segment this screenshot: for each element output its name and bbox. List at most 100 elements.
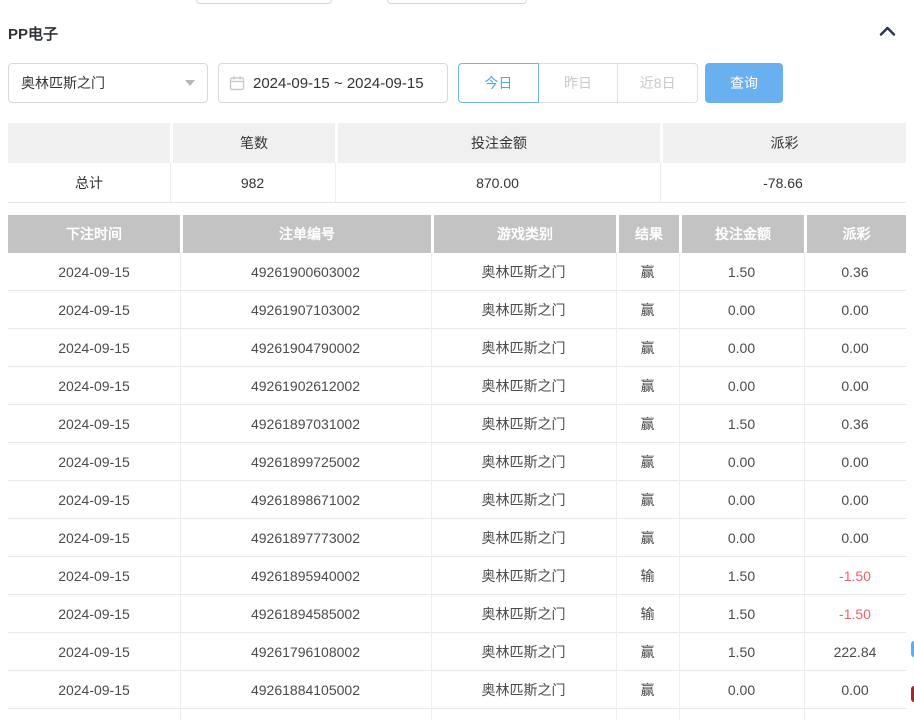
cell-game-category: 奥林匹斯之门 bbox=[481, 491, 566, 508]
cell-bet-amount: 1.50 bbox=[727, 605, 756, 622]
cell-payout: 0.00 bbox=[841, 681, 869, 698]
cell-bet-id: 49261900603002 bbox=[250, 263, 360, 280]
divider bbox=[616, 253, 617, 720]
cutoff-input-left[interactable] bbox=[196, 0, 332, 4]
cell-bet-time: 2024-09-15 bbox=[58, 529, 130, 546]
cell-payout: -1.50 bbox=[839, 567, 871, 584]
today-button[interactable]: 今日 bbox=[458, 63, 539, 103]
cell-payout bbox=[804, 709, 906, 720]
cell-bet-time: 2024-09-15 bbox=[58, 415, 130, 432]
cell-bet-id: 49261897773002 bbox=[250, 529, 360, 546]
cell-payout: 0.00 bbox=[841, 491, 869, 508]
cell-game-category: 奥林匹斯之门 bbox=[481, 605, 566, 622]
divider bbox=[804, 253, 805, 720]
cell-bet-time: 2024-09-15 bbox=[58, 339, 130, 356]
cell-result: 赢 bbox=[640, 263, 655, 280]
cell-result: 赢 bbox=[640, 529, 655, 546]
table-row: 2024-09-15 49261884105002 奥林匹斯之门 赢 0.00 … bbox=[8, 671, 906, 709]
cell-result: 赢 bbox=[640, 491, 655, 508]
game-select[interactable]: 奥林匹斯之门 bbox=[8, 63, 208, 103]
cell-bet-id bbox=[180, 709, 431, 720]
summary-header-payout: 派彩 bbox=[663, 123, 906, 163]
header-result: 结果 bbox=[619, 215, 679, 253]
cell-game-category: 奥林匹斯之门 bbox=[481, 301, 566, 318]
cell-bet-id: 49261899725002 bbox=[250, 453, 360, 470]
summary-total-bet-amount: 870.00 bbox=[476, 174, 519, 191]
table-row: 2024-09-15 49261907103002 奥林匹斯之门 赢 0.00 … bbox=[8, 291, 906, 329]
header-bet-amount: 投注金额 bbox=[682, 215, 804, 253]
header-bet-time: 下注时间 bbox=[8, 215, 180, 253]
cell-bet-time: 2024-09-15 bbox=[58, 681, 130, 698]
quick-date-buttons: 今日 昨日 近8日 bbox=[458, 63, 699, 103]
cell-payout: 0.00 bbox=[841, 377, 869, 394]
table-row: 2024-09-15 49261900603002 奥林匹斯之门 赢 1.50 … bbox=[8, 253, 906, 291]
cell-bet-time: 2024-09-15 bbox=[58, 567, 130, 584]
cell-game-category: 奥林匹斯之门 bbox=[481, 263, 566, 280]
summary-header-bet-amount: 投注金额 bbox=[338, 123, 660, 163]
caret-down-icon bbox=[185, 80, 195, 86]
cell-result: 赢 bbox=[640, 643, 655, 660]
table-row: 2024-09-15 49261899725002 奥林匹斯之门 赢 0.00 … bbox=[8, 443, 906, 481]
cell-bet-amount: 1.50 bbox=[727, 263, 756, 280]
table-row: 2024-09-15 49261904790002 奥林匹斯之门 赢 0.00 … bbox=[8, 329, 906, 367]
cell-game-category: 奥林匹斯之门 bbox=[481, 453, 566, 470]
date-range-picker[interactable]: 2024-09-15 ~ 2024-09-15 bbox=[218, 63, 448, 103]
table-body: 2024-09-15 49261900603002 奥林匹斯之门 赢 1.50 … bbox=[8, 253, 906, 720]
cell-result: 输 bbox=[640, 567, 655, 584]
table-row: 2024-09-15 49261902612002 奥林匹斯之门 赢 0.00 … bbox=[8, 367, 906, 405]
header-payout: 派彩 bbox=[807, 215, 906, 253]
cell-bet-id: 49261897031002 bbox=[250, 415, 360, 432]
summary-header-row: 笔数 投注金额 派彩 bbox=[8, 123, 906, 163]
cell-payout: 0.00 bbox=[841, 339, 869, 356]
cell-bet-time: 2024-09-15 bbox=[58, 453, 130, 470]
collapse-button[interactable] bbox=[878, 24, 897, 43]
cell-bet-id: 49261884105002 bbox=[250, 681, 360, 698]
cell-bet-time bbox=[8, 709, 180, 720]
cell-payout: 0.36 bbox=[841, 263, 869, 280]
cell-bet-amount: 0.00 bbox=[727, 491, 756, 508]
cell-bet-time: 2024-09-15 bbox=[58, 263, 130, 280]
cell-bet-id: 49261907103002 bbox=[250, 301, 360, 318]
cell-bet-amount: 0.00 bbox=[727, 301, 756, 318]
chevron-up-icon bbox=[878, 24, 897, 43]
cell-result: 赢 bbox=[640, 453, 655, 470]
cell-bet-amount: 0.00 bbox=[727, 377, 756, 394]
cell-bet-time: 2024-09-15 bbox=[58, 491, 130, 508]
cutoff-input-right[interactable] bbox=[387, 0, 527, 4]
yesterday-button[interactable]: 昨日 bbox=[538, 63, 619, 103]
table-row: 2024-09-15 49261897031002 奥林匹斯之门 赢 1.50 … bbox=[8, 405, 906, 443]
divider bbox=[431, 253, 432, 720]
table-row: 2024-09-15 49261796108002 奥林匹斯之门 赢 1.50 … bbox=[8, 633, 906, 671]
cell-result bbox=[616, 709, 679, 720]
cell-result: 输 bbox=[640, 605, 655, 622]
cell-result: 赢 bbox=[640, 681, 655, 698]
filter-bar: 奥林匹斯之门 2024-09-15 ~ 2024-09-15 今日 昨日 近8日… bbox=[0, 63, 914, 103]
divider bbox=[180, 253, 181, 720]
cell-game-category: 奥林匹斯之门 bbox=[481, 529, 566, 546]
last-8-days-button[interactable]: 近8日 bbox=[618, 63, 699, 103]
divider bbox=[660, 163, 661, 202]
cell-bet-id: 49261895940002 bbox=[250, 567, 360, 584]
cell-game-category: 奥林匹斯之门 bbox=[481, 339, 566, 356]
search-button[interactable]: 查询 bbox=[705, 63, 783, 103]
table-row: 2024-09-15 49261894585002 奥林匹斯之门 输 1.50 … bbox=[8, 595, 906, 633]
summary-total-label: 总计 bbox=[75, 174, 103, 191]
cell-payout: -1.50 bbox=[839, 605, 871, 622]
header-game-category: 游戏类别 bbox=[434, 215, 616, 253]
table-row bbox=[8, 709, 906, 720]
cell-game-category: 奥林匹斯之门 bbox=[481, 415, 566, 432]
cell-result: 赢 bbox=[640, 415, 655, 432]
table-row: 2024-09-15 49261897773002 奥林匹斯之门 赢 0.00 … bbox=[8, 519, 906, 557]
cell-bet-time: 2024-09-15 bbox=[58, 643, 130, 660]
cell-game-category: 奥林匹斯之门 bbox=[481, 567, 566, 584]
cell-bet-id: 49261898671002 bbox=[250, 491, 360, 508]
summary-total-count: 982 bbox=[240, 174, 265, 191]
summary-header-empty bbox=[8, 123, 170, 163]
cell-bet-amount: 1.50 bbox=[727, 643, 756, 660]
panel-header: PP电子 bbox=[8, 22, 897, 44]
table-row: 2024-09-15 49261895940002 奥林匹斯之门 输 1.50 … bbox=[8, 557, 906, 595]
cell-bet-amount: 1.50 bbox=[727, 415, 756, 432]
calendar-icon bbox=[229, 75, 245, 91]
cell-bet-id: 49261894585002 bbox=[250, 605, 360, 622]
cell-bet-time: 2024-09-15 bbox=[58, 605, 130, 622]
